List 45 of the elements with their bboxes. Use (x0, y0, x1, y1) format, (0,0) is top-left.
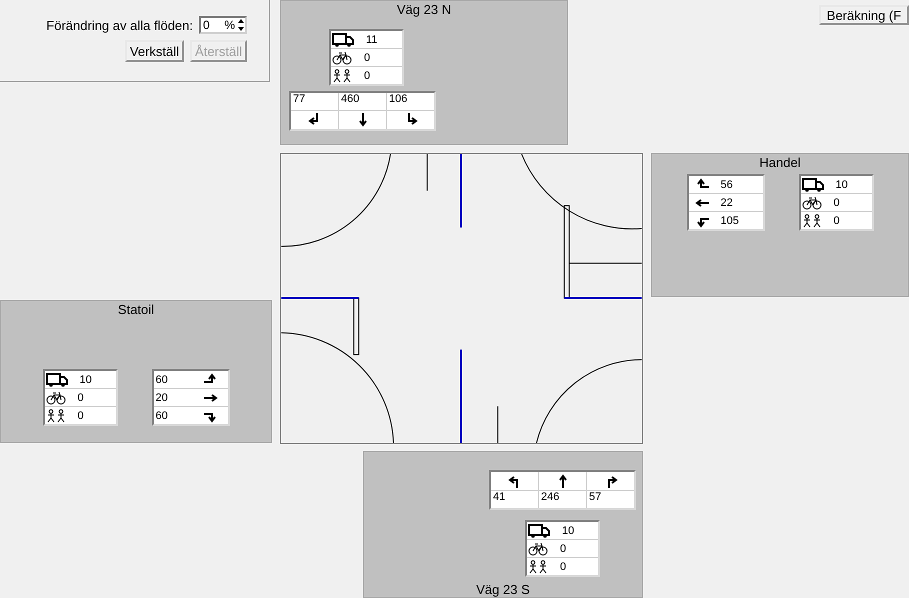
approach-title: Handel (759, 155, 801, 170)
flow-value[interactable]: 57 (587, 490, 634, 508)
flow-value[interactable]: 105 (720, 214, 739, 226)
flow-value[interactable]: 56 (720, 178, 733, 190)
vehicle-count[interactable]: 0 (834, 214, 840, 226)
flow-value[interactable]: 60 (154, 374, 168, 386)
flow-change-label: Förändring av alla flöden: (46, 18, 193, 32)
vehicle-count[interactable]: 0 (560, 542, 566, 554)
spin-arrows-icon[interactable] (237, 18, 245, 32)
approach-title: Väg 23 N (396, 2, 452, 17)
flow-value[interactable]: 41 (491, 490, 538, 508)
truck-icon (802, 178, 824, 192)
approach-title: Statoil (118, 302, 154, 317)
flow-value[interactable]: 60 (154, 410, 168, 422)
flow-value[interactable]: 246 (539, 490, 586, 508)
approach-title: Väg 23 S (476, 582, 530, 597)
vehicle-count[interactable]: 11 (366, 34, 378, 46)
vehicle-count[interactable]: 0 (560, 560, 566, 572)
pedestrians-icon (46, 408, 66, 422)
vehicle-count[interactable]: 0 (78, 392, 84, 404)
bicycle-icon (46, 390, 66, 404)
vehicle-count[interactable]: 10 (562, 524, 574, 536)
action-button[interactable]: Verkställ (124, 40, 184, 62)
bicycle-icon (332, 50, 352, 64)
vehicle-count[interactable]: 0 (364, 70, 370, 82)
pedestrians-icon (802, 214, 822, 228)
flow-value[interactable]: 77 (291, 93, 338, 111)
truck-icon (528, 524, 550, 538)
flow-value[interactable]: 20 (154, 392, 168, 404)
vehicle-count[interactable]: 10 (80, 374, 92, 386)
vehicle-count[interactable]: 10 (836, 178, 848, 190)
vehicle-count[interactable]: 0 (78, 410, 84, 422)
bicycle-icon (802, 196, 822, 210)
percent-spin-field[interactable]: 0 % (199, 16, 247, 34)
calculate-button[interactable]: Beräkning (F (819, 5, 909, 25)
pedestrians-icon (528, 560, 548, 574)
vehicle-count[interactable]: 0 (364, 52, 370, 64)
flow-value[interactable]: 460 (339, 93, 386, 111)
vehicle-count[interactable]: 0 (834, 196, 840, 208)
truck-icon (332, 32, 354, 46)
truck-icon (46, 372, 68, 386)
pedestrians-icon (332, 68, 352, 82)
bicycle-icon (528, 542, 548, 556)
flow-value[interactable]: 106 (387, 93, 434, 111)
flow-value[interactable]: 22 (720, 196, 733, 208)
